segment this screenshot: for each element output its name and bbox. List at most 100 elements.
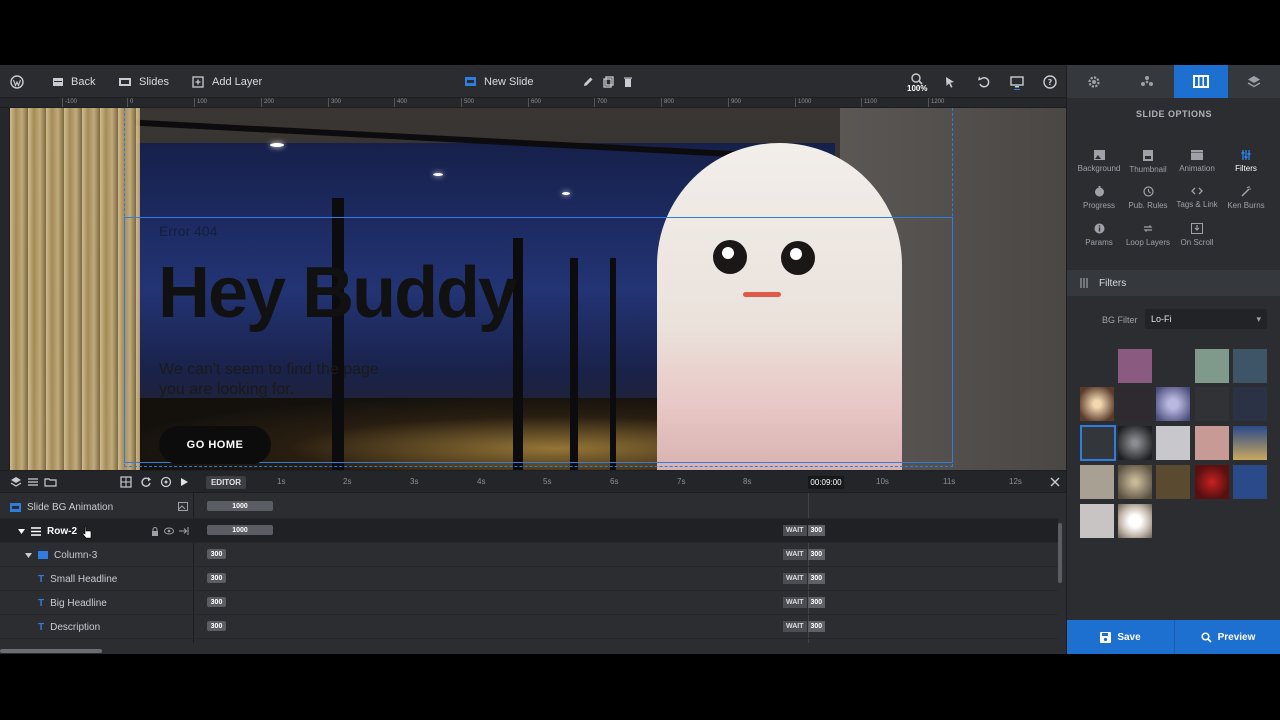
filter-swatch[interactable]: [1118, 504, 1152, 538]
filter-swatch[interactable]: [1195, 465, 1229, 499]
layer-name: Row-2: [47, 525, 77, 537]
magic-wand-icon: [1240, 186, 1251, 197]
duration-bar[interactable]: 1000: [207, 501, 273, 511]
tab-slide-options[interactable]: [1174, 65, 1228, 98]
option-tags-link[interactable]: Tags & Link: [1171, 186, 1223, 209]
horizontal-scrollbar[interactable]: [0, 649, 102, 653]
filter-swatch[interactable]: [1118, 387, 1152, 421]
tab-settings[interactable]: [1067, 65, 1121, 98]
panel-tabs: [1067, 65, 1280, 98]
filter-swatch[interactable]: [1080, 504, 1114, 538]
duration-bar[interactable]: 1000: [207, 525, 273, 535]
slides-button[interactable]: Slides: [119, 65, 169, 98]
trash-icon[interactable]: [620, 74, 636, 90]
filter-swatch[interactable]: [1195, 349, 1229, 383]
filter-swatch[interactable]: [1080, 387, 1114, 421]
edit-pencil-icon[interactable]: [580, 74, 596, 90]
timeline-row[interactable]: Slide BG Animation 1000: [0, 495, 1058, 519]
option-loop-layers[interactable]: Loop Layers: [1122, 223, 1174, 247]
help-icon[interactable]: ?: [1042, 74, 1058, 90]
slide-canvas[interactable]: Error 404 Hey Buddy We can't seem to fin…: [10, 108, 1066, 470]
wait-marker[interactable]: WAIT 300: [783, 573, 826, 584]
filter-swatch[interactable]: [1233, 465, 1267, 499]
list-icon[interactable]: [27, 476, 39, 488]
wordpress-button[interactable]: [10, 65, 24, 98]
ruler-tick: 1200: [928, 98, 944, 107]
play-icon[interactable]: [179, 476, 189, 488]
timeline-row[interactable]: T Description 300 WAIT 300: [0, 615, 1058, 639]
filter-swatch[interactable]: [1156, 426, 1190, 460]
option-pub-rules[interactable]: Pub. Rules: [1122, 186, 1174, 210]
vertical-scrollbar[interactable]: [1058, 523, 1062, 583]
option-progress[interactable]: Progress: [1073, 186, 1125, 210]
timeline-header: EDITOR 1s 2s 3s 4s 5s 6s 7s 8s 9s 10s 11…: [0, 471, 1066, 493]
option-filters[interactable]: Filters: [1220, 150, 1272, 173]
wait-marker[interactable]: WAIT 300: [783, 597, 826, 608]
duration-bar[interactable]: 300: [207, 549, 226, 559]
filter-swatch[interactable]: [1118, 465, 1152, 499]
undo-icon[interactable]: [976, 74, 992, 90]
lock-icon[interactable]: [151, 527, 159, 536]
loop-icon[interactable]: [140, 476, 152, 488]
slide-selector[interactable]: New Slide: [465, 65, 534, 98]
filter-swatch[interactable]: [1156, 387, 1190, 421]
go-home-button[interactable]: GO HOME: [159, 426, 271, 464]
wait-marker[interactable]: WAIT 300: [783, 621, 826, 632]
wait-marker[interactable]: WAIT 300: [783, 549, 826, 560]
filter-swatch[interactable]: [1233, 387, 1267, 421]
big-headline-layer[interactable]: Hey Buddy: [158, 253, 518, 333]
option-on-scroll[interactable]: On Scroll: [1171, 223, 1223, 247]
desktop-icon[interactable]: [1009, 74, 1025, 90]
duration-bar[interactable]: 300: [207, 621, 226, 631]
cursor-icon[interactable]: [942, 74, 958, 90]
close-icon[interactable]: [1049, 476, 1061, 488]
wait-marker[interactable]: WAIT 300: [783, 525, 826, 536]
option-thumbnail[interactable]: Thumbnail: [1122, 150, 1174, 174]
option-params[interactable]: Params: [1073, 223, 1125, 247]
time-marker: 3s: [410, 477, 419, 486]
option-ken-burns[interactable]: Ken Burns: [1220, 186, 1272, 210]
description-layer[interactable]: We can't seem to find the page you are l…: [159, 360, 409, 400]
caret-down-icon[interactable]: [18, 528, 25, 535]
filters-section-header[interactable]: Filters: [1067, 270, 1280, 296]
image-icon[interactable]: [178, 502, 188, 511]
option-background[interactable]: Background: [1073, 150, 1125, 173]
preview-button[interactable]: Preview: [1174, 620, 1280, 654]
small-headline-layer[interactable]: Error 404: [159, 223, 217, 239]
filter-swatch[interactable]: [1195, 426, 1229, 460]
timecode-display[interactable]: 00:09:00: [808, 476, 844, 489]
tab-layers[interactable]: [1228, 65, 1280, 98]
filters-heading: Filters: [1099, 277, 1127, 289]
visibility-eye-icon[interactable]: [164, 527, 174, 535]
editor-mode-pill[interactable]: EDITOR: [206, 476, 246, 489]
timeline-row[interactable]: Row-2 1000 WAIT 300: [0, 519, 1058, 543]
caret-down-icon[interactable]: [25, 552, 32, 559]
slides-options-icon: [1192, 75, 1209, 88]
filter-swatch[interactable]: [1118, 349, 1152, 383]
snap-grid-icon[interactable]: [120, 476, 132, 488]
add-layer-label: Add Layer: [212, 75, 263, 88]
back-button[interactable]: Back: [53, 65, 95, 98]
filter-swatch[interactable]: [1118, 426, 1152, 460]
add-layer-button[interactable]: Add Layer: [192, 65, 262, 98]
save-button[interactable]: Save: [1067, 620, 1174, 654]
filter-swatch[interactable]: [1156, 465, 1190, 499]
timeline-row[interactable]: Column-3 300 WAIT 300: [0, 543, 1058, 567]
filter-swatch-selected[interactable]: [1080, 425, 1116, 461]
option-animation[interactable]: Animation: [1171, 150, 1223, 173]
duration-bar[interactable]: 300: [207, 597, 226, 607]
duration-bar[interactable]: 300: [207, 573, 226, 583]
bg-filter-select[interactable]: Lo-Fi: [1145, 309, 1267, 329]
filter-swatch[interactable]: [1233, 426, 1267, 460]
filter-swatch[interactable]: [1233, 349, 1267, 383]
duplicate-icon[interactable]: [600, 74, 616, 90]
filter-swatch[interactable]: [1080, 465, 1114, 499]
tab-navigation[interactable]: [1121, 65, 1175, 98]
filter-swatch[interactable]: [1195, 387, 1229, 421]
timeline-row[interactable]: T Big Headline 300 WAIT 300: [0, 591, 1058, 615]
audio-icon[interactable]: [160, 476, 172, 488]
timeline-row[interactable]: T Small Headline 300 WAIT 300: [0, 567, 1058, 591]
folder-icon[interactable]: [44, 476, 57, 488]
collapse-arrow-icon[interactable]: [179, 527, 189, 535]
layers-icon[interactable]: [10, 476, 22, 488]
